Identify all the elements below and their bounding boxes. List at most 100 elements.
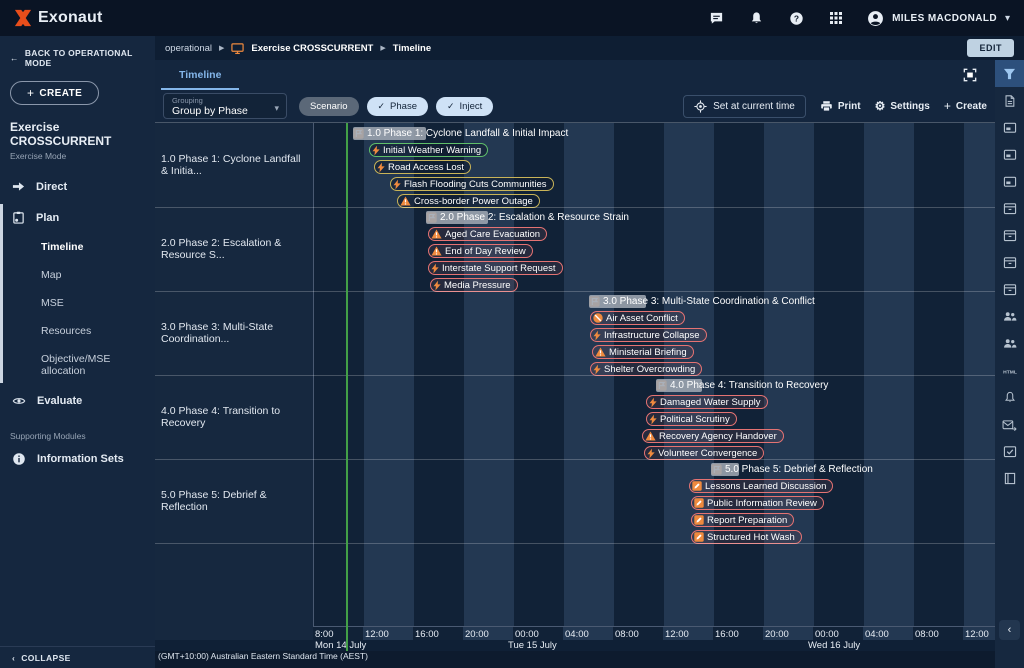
axis-tick-label: 00:00 (815, 629, 839, 640)
rail-item-card[interactable] (995, 141, 1024, 168)
inject-label: Cross-border Power Outage (414, 196, 533, 207)
back-arrow-icon: ← (10, 53, 19, 63)
inject-pill[interactable]: End of Day Review (428, 244, 533, 258)
exonaut-logo[interactable]: Exonaut (14, 9, 103, 27)
chip-scenario[interactable]: Scenario (299, 97, 359, 116)
rail-item-mail-forward[interactable] (995, 411, 1024, 438)
warning-icon (595, 347, 606, 357)
rail-item-task-check[interactable] (995, 438, 1024, 465)
fullscreen-icon[interactable] (963, 68, 977, 82)
inject-pill[interactable]: Shelter Overcrowding (590, 362, 702, 376)
inject-pill[interactable]: Infrastructure Collapse (590, 328, 707, 342)
phase-bar[interactable]: 1.0 Phase 1: Cyclone Landfall & Initial … (353, 127, 568, 140)
top-bar: Exonaut ? MILES MACDONALD ▾ (0, 0, 1024, 36)
rail-item-filter[interactable] (995, 60, 1024, 87)
axis-tick-label: 8:00 (315, 629, 334, 640)
axis-tick-label: 12:00 (665, 629, 689, 640)
rail-item-bell-outline[interactable] (995, 384, 1024, 411)
notifications-bell-icon[interactable] (747, 9, 765, 27)
sidebar-item-direct[interactable]: Direct (0, 171, 155, 202)
rail-item-archive[interactable] (995, 222, 1024, 249)
print-button[interactable]: Print (820, 100, 861, 113)
phase-bar[interactable]: 4.0 Phase 4: Transition to Recovery (656, 379, 828, 392)
sidebar-item-mse[interactable]: MSE (0, 289, 155, 317)
edit-button[interactable]: EDIT (967, 39, 1014, 57)
rail-item-document[interactable] (995, 87, 1024, 114)
rail-item-archive[interactable] (995, 249, 1024, 276)
breadcrumb-operational[interactable]: operational (165, 43, 212, 54)
sidebar-item-plan[interactable]: Plan (0, 202, 155, 233)
settings-button[interactable]: ⚙ Settings (875, 100, 930, 112)
sidebar: ← BACK TO OPERATIONAL MODE + CREATE Exer… (0, 36, 155, 668)
note-icon (694, 498, 704, 508)
tab-timeline[interactable]: Timeline (161, 60, 239, 90)
sidebar-item-resources[interactable]: Resources (0, 317, 155, 345)
sidebar-item-information-sets[interactable]: Information Sets (0, 443, 155, 475)
timeline-row-label: 5.0 Phase 5: Debrief & Reflection (155, 459, 313, 543)
inject-pill[interactable]: Flash Flooding Cuts Communities (390, 177, 554, 191)
inject-label: Initial Weather Warning (383, 145, 481, 156)
apps-grid-icon[interactable] (827, 9, 845, 27)
phase-label: 4.0 Phase 4: Transition to Recovery (670, 380, 828, 391)
rail-item-archive[interactable] (995, 195, 1024, 222)
inject-pill[interactable]: Report Preparation (691, 513, 794, 527)
breadcrumb-exercise[interactable]: Exercise CROSSCURRENT (251, 43, 373, 54)
sidebar-item-objective-mse-allocation[interactable]: Objective/MSE allocation (0, 345, 155, 385)
sidebar-collapse[interactable]: ‹ COLLAPSE (0, 646, 155, 668)
axis-tick-label: 04:00 (865, 629, 889, 640)
inject-pill[interactable]: Lessons Learned Discussion (689, 479, 833, 493)
rail-collapse-button[interactable]: ‹ (999, 620, 1020, 640)
inject-pill[interactable]: Structured Hot Wash (691, 530, 802, 544)
sidebar-create-button[interactable]: + CREATE (10, 81, 99, 105)
rail-item-group[interactable] (995, 303, 1024, 330)
phase-bar[interactable]: 5.0 Phase 5: Debrief & Reflection (711, 463, 873, 476)
app-root: Exonaut ? MILES MACDONALD ▾ (0, 0, 1024, 668)
inject-pill[interactable]: Aged Care Evacuation (428, 227, 547, 241)
inject-label: Damaged Water Supply (660, 397, 761, 408)
rail-item-archive[interactable] (995, 276, 1024, 303)
inject-pill[interactable]: Initial Weather Warning (369, 143, 488, 157)
inject-label: Report Preparation (707, 515, 787, 526)
help-icon[interactable]: ? (787, 9, 805, 27)
archive-icon (1003, 256, 1017, 269)
phase-bar[interactable]: 3.0 Phase 3: Multi-State Coordination & … (589, 295, 815, 308)
inject-pill[interactable]: Public Information Review (691, 496, 824, 510)
back-to-operational-mode[interactable]: ← BACK TO OPERATIONAL MODE (0, 36, 155, 68)
inject-pill[interactable]: Ministerial Briefing (592, 345, 694, 359)
rail-item-card[interactable] (995, 168, 1024, 195)
inject-pill[interactable]: Cross-border Power Outage (397, 194, 540, 208)
rail-item-html[interactable]: HTML (995, 357, 1024, 384)
create-button[interactable]: + Create (944, 100, 987, 112)
user-menu[interactable]: MILES MACDONALD ▾ (867, 10, 1010, 27)
rail-item-card[interactable] (995, 114, 1024, 141)
check-icon: ✓ (447, 101, 455, 112)
rail-item-book[interactable] (995, 465, 1024, 492)
sidebar-item-timeline[interactable]: Timeline (0, 233, 155, 261)
grouping-select[interactable]: Grouping Group by Phase ▾ (163, 93, 287, 119)
inject-pill[interactable]: Damaged Water Supply (646, 395, 768, 409)
set-at-current-time-button[interactable]: Set at current time (683, 95, 806, 118)
inject-pill[interactable]: Political Scrutiny (646, 412, 737, 426)
mail-forward-icon (1002, 419, 1017, 431)
bolt-icon (431, 263, 439, 274)
inject-pill[interactable]: Interstate Support Request (428, 261, 563, 275)
inject-label: Aged Care Evacuation (445, 229, 540, 240)
inject-label: Interstate Support Request (442, 263, 556, 274)
breadcrumb-timeline: Timeline (393, 43, 431, 54)
axis-tick-label: 16:00 (415, 629, 439, 640)
chip-inject[interactable]: ✓ Inject (436, 97, 493, 116)
inject-pill[interactable]: Media Pressure (430, 278, 518, 292)
sidebar-plan-group: Plan Timeline Map MSE Resources Objectiv… (0, 202, 155, 385)
inject-label: Political Scrutiny (660, 414, 730, 425)
inject-pill[interactable]: Air Asset Conflict (590, 311, 685, 325)
inject-pill[interactable]: Recovery Agency Handover (642, 429, 784, 443)
chat-icon[interactable] (707, 9, 725, 27)
sidebar-item-map[interactable]: Map (0, 261, 155, 289)
inject-pill[interactable]: Road Access Lost (374, 160, 471, 174)
exercise-monitor-icon (231, 42, 244, 55)
inject-pill[interactable]: Volunteer Convergence (644, 446, 764, 460)
sidebar-item-evaluate[interactable]: Evaluate (0, 385, 155, 417)
rail-item-group[interactable] (995, 330, 1024, 357)
chip-phase[interactable]: ✓ Phase (367, 97, 428, 116)
phase-bar[interactable]: 2.0 Phase 2: Escalation & Resource Strai… (426, 211, 629, 224)
